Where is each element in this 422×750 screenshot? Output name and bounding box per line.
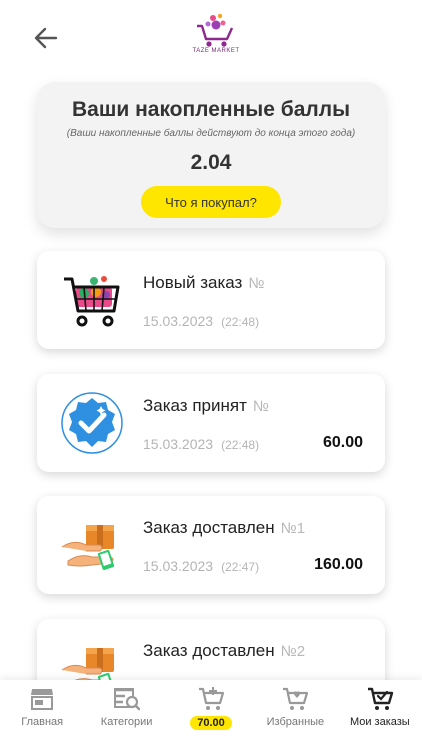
nav-my-orders-label: Мои заказы [349, 716, 410, 728]
points-title: Ваши накопленные баллы [71, 98, 351, 121]
nav-categories-label: Категории [100, 716, 153, 728]
shopping-cart-icon [59, 269, 125, 331]
cart-total-badge: 70.00 [190, 716, 232, 730]
order-date: 15.03.2023 (22:48) [143, 436, 260, 452]
verified-badge-icon [59, 392, 125, 454]
nav-favorites[interactable]: Избранные [253, 680, 337, 750]
nav-cart[interactable]: 70.00 [169, 680, 253, 750]
order-card[interactable]: Заказ доставлен №1 15.03.2023 (22:47) 160.… [37, 496, 385, 594]
points-subtitle: (Ваши накопленные баллы действуют до кон… [66, 128, 356, 139]
order-card[interactable]: Заказ принят № 15.03.2023 (22:48) 60.00 [37, 374, 385, 472]
category-search-icon [113, 686, 141, 712]
store-icon [29, 686, 55, 712]
points-value: 2.04 [190, 151, 232, 174]
order-date: 15.03.2023 (22:48) [143, 313, 260, 329]
app-logo: TAZE MARKET [186, 12, 246, 62]
order-title: Заказ доставлен №2 [143, 641, 306, 660]
order-date: 15.03.2023 (22:47) [143, 558, 260, 574]
order-title: Заказ доставлен №1 [143, 518, 306, 537]
nav-home-label: Главная [21, 716, 64, 728]
points-card: Ваши накопленные баллы (Ваши накопленные… [37, 82, 385, 228]
order-card[interactable]: Новый заказ № 15.03.2023 (22:48) [37, 251, 385, 349]
logo-text: TAZE MARKET [192, 48, 240, 54]
order-amount: 60.00 [322, 434, 363, 451]
order-title: Заказ принят № [143, 396, 269, 415]
arrow-left-icon [34, 27, 58, 49]
nav-favorites-label: Избранные [266, 716, 325, 728]
cart-check-icon [366, 686, 394, 712]
delivery-box-icon [59, 514, 125, 576]
nav-my-orders[interactable]: Мои заказы [338, 680, 422, 750]
bottom-nav: Главная Категории 70.00 Избранные Мои за… [0, 680, 422, 750]
order-amount: 160.00 [314, 556, 363, 573]
cart-add-icon [197, 686, 225, 712]
cart-heart-icon [281, 686, 309, 712]
order-title: Новый заказ № [143, 273, 265, 292]
back-button[interactable] [26, 18, 66, 58]
nav-home[interactable]: Главная [0, 680, 84, 750]
nav-categories[interactable]: Категории [84, 680, 168, 750]
top-bar: TAZE MARKET [0, 0, 422, 70]
purchase-history-button[interactable]: Что я покупал? [141, 186, 281, 218]
